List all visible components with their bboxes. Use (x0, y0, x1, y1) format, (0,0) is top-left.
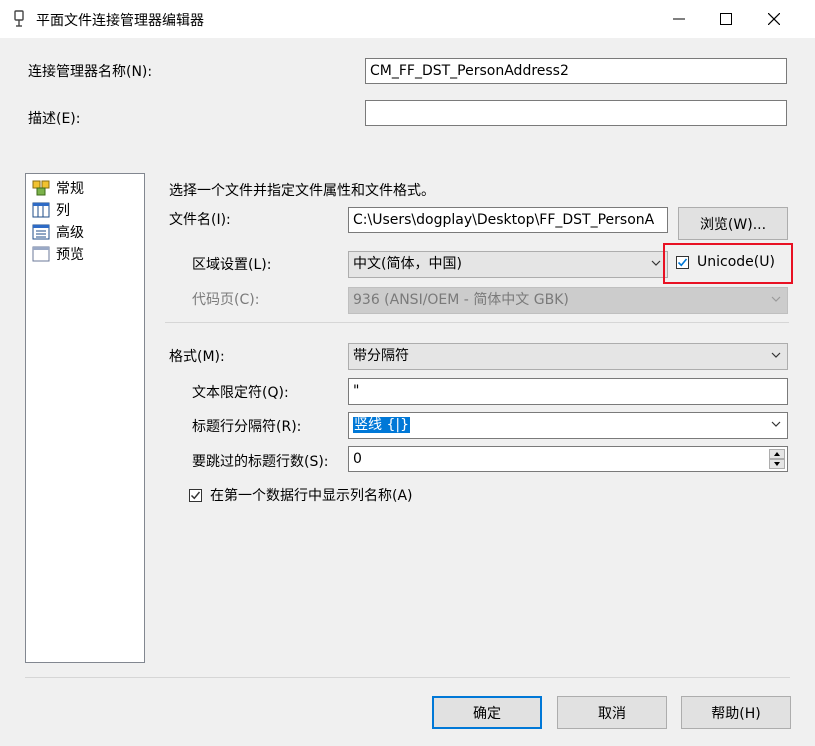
nav-item-preview[interactable]: 预览 (32, 244, 84, 264)
checkmark-icon (190, 491, 201, 499)
unicode-label: Unicode(U) (697, 254, 775, 270)
filename-input[interactable]: C:\Users\dogplay\Desktop\FF_DST_PersonA (348, 207, 668, 233)
minimize-button[interactable] (656, 0, 702, 38)
description-label: 描述(E): (28, 111, 81, 127)
spin-up-button[interactable] (769, 449, 785, 459)
nav-item-columns[interactable]: 列 (32, 200, 70, 220)
nav-item-label: 预览 (56, 247, 84, 263)
minimize-icon (673, 18, 685, 20)
general-icon (32, 180, 50, 196)
close-button[interactable] (751, 0, 797, 38)
preview-icon (32, 246, 50, 262)
connection-name-label: 连接管理器名称(N): (28, 64, 153, 80)
columns-icon (32, 202, 50, 218)
maximize-icon (720, 13, 732, 25)
spin-down-button[interactable] (769, 459, 785, 469)
locale-value: 中文(简体，中国) (353, 256, 462, 272)
instruction-text: 选择一个文件并指定文件属性和文件格式。 (169, 183, 435, 199)
filename-label: 文件名(I): (169, 212, 231, 228)
nav-item-label: 列 (56, 203, 70, 219)
arrow-down-icon (774, 462, 780, 466)
unicode-checkbox[interactable]: Unicode(U) (676, 254, 775, 270)
connection-name-input[interactable]: CM_FF_DST_PersonAddress2 (365, 58, 787, 84)
format-label: 格式(M): (169, 349, 225, 365)
maximize-button[interactable] (703, 0, 749, 38)
chevron-down-icon (651, 260, 661, 266)
codepage-value: 936 (ANSI/OEM - 简体中文 GBK) (353, 292, 569, 308)
codepage-label: 代码页(C): (192, 292, 260, 308)
text-qualifier-label: 文本限定符(Q): (192, 385, 289, 401)
footer-divider (25, 677, 790, 678)
chevron-down-icon (771, 421, 781, 427)
title-bar: 平面文件连接管理器编辑器 (0, 0, 815, 38)
format-value: 带分隔符 (353, 348, 409, 364)
nav-item-label: 高级 (56, 225, 84, 241)
help-button[interactable]: 帮助(H) (681, 696, 791, 729)
window-title: 平面文件连接管理器编辑器 (36, 13, 204, 29)
locale-label: 区域设置(L): (192, 257, 272, 273)
first-row-column-names-checkbox[interactable]: 在第一个数据行中显示列名称(A) (189, 485, 413, 505)
nav-item-general[interactable]: 常规 (32, 178, 84, 198)
cancel-button[interactable]: 取消 (557, 696, 667, 729)
first-row-label: 在第一个数据行中显示列名称(A) (210, 488, 413, 504)
ok-button[interactable]: 确定 (432, 696, 542, 729)
arrow-up-icon (774, 452, 780, 456)
skip-rows-stepper[interactable]: 0 (348, 446, 788, 472)
text-qualifier-input[interactable]: " (348, 378, 788, 405)
codepage-select[interactable]: 936 (ANSI/OEM - 简体中文 GBK) (348, 287, 788, 314)
header-delimiter-value: 竖线 {|} (353, 417, 410, 433)
nav-item-label: 常规 (56, 181, 84, 197)
section-divider (165, 322, 789, 323)
browse-button[interactable]: 浏览(W)... (678, 207, 788, 240)
chevron-down-icon (771, 296, 781, 302)
chevron-down-icon (771, 352, 781, 358)
close-icon (768, 13, 780, 25)
app-icon (14, 10, 24, 27)
header-delimiter-select[interactable]: 竖线 {|} (348, 412, 788, 439)
advanced-icon (32, 224, 50, 240)
unicode-check-box[interactable] (676, 255, 689, 269)
page-navigation: 常规 列 高级 预览 (25, 173, 145, 663)
checkmark-icon (677, 257, 688, 266)
description-input[interactable] (365, 100, 787, 126)
nav-item-advanced[interactable]: 高级 (32, 222, 84, 242)
locale-select[interactable]: 中文(简体，中国) (348, 251, 668, 278)
format-select[interactable]: 带分隔符 (348, 343, 788, 370)
skip-rows-label: 要跳过的标题行数(S): (192, 454, 329, 470)
header-delimiter-label: 标题行分隔符(R): (192, 419, 302, 435)
first-row-check-box[interactable] (189, 488, 202, 502)
skip-rows-value: 0 (353, 451, 362, 467)
